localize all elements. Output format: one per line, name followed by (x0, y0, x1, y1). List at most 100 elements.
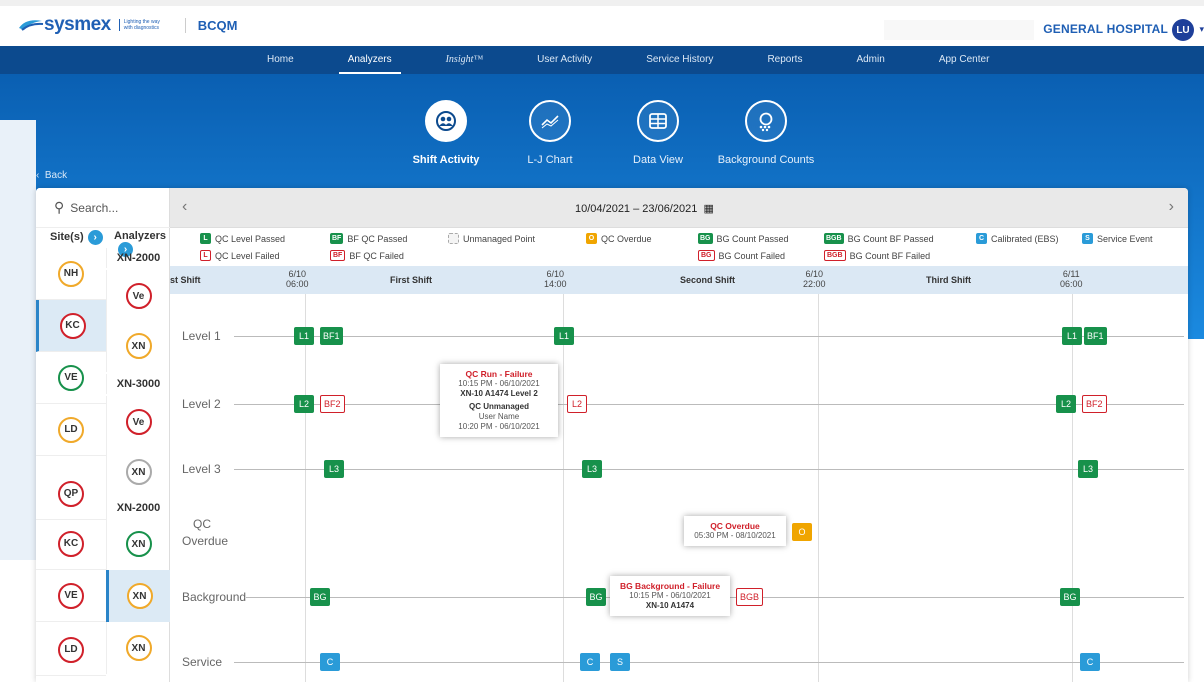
qc-point[interactable]: L1 (1062, 327, 1082, 345)
tool-shift-activity[interactable]: Shift Activity (386, 100, 506, 166)
qc-run-tooltip: QC Run - Failure 10:15 PM - 06/10/2021 X… (440, 364, 558, 437)
tooltip-line: 10:15 PM - 06/10/2021 (629, 591, 711, 600)
date-range-picker[interactable]: 10/04/2021 – 23/06/2021 ▦ (575, 202, 714, 215)
qc-point[interactable]: L3 (1078, 460, 1098, 478)
qc-point[interactable]: L2 (1056, 395, 1076, 413)
bg-failure-tooltip: BG Background - Failure 10:15 PM - 06/10… (610, 576, 730, 616)
analyzer-item[interactable]: Ve (106, 396, 170, 448)
tool-lj-chart[interactable]: L-J Chart (490, 100, 610, 166)
timeline-grid: Level 1 L1 BF1 L1 L1 BF1 Level 2 L2 BF2 … (170, 294, 1188, 682)
time-tick: 6/11 06:00 (1060, 269, 1083, 289)
analyzer-item[interactable]: XN (106, 622, 170, 674)
qc-overdue-tooltip: QC Overdue 05:30 PM - 08/10/2021 (684, 516, 786, 546)
qc-point[interactable]: L2 (294, 395, 314, 413)
nav-app-center[interactable]: App Center (912, 46, 1017, 74)
legend-label: BF QC Failed (349, 250, 404, 261)
legend-label: QC Overdue (601, 233, 652, 244)
tool-data-view[interactable]: Data View (598, 100, 718, 166)
site-item[interactable]: QP (36, 468, 106, 520)
tool-background-counts[interactable]: Background Counts (706, 100, 826, 166)
tick-date: 6/10 (805, 269, 824, 279)
qc-point[interactable]: L3 (582, 460, 602, 478)
site-item[interactable]: VE (36, 352, 106, 404)
qc-point[interactable]: L1 (294, 327, 314, 345)
site-badge: LD (58, 636, 84, 663)
left-gutter (0, 120, 36, 560)
row-label-overdue: QC Overdue (182, 517, 229, 548)
chevron-left-icon[interactable]: ‹ (182, 198, 187, 216)
nav-home[interactable]: Home (240, 46, 321, 74)
brand-tagline: Lighting the way with diagnostics (118, 19, 167, 31)
chevron-right-icon[interactable]: › (1169, 198, 1174, 216)
legend-chip: BF (330, 250, 346, 261)
legend-chip: BGB (824, 250, 846, 261)
nav-admin[interactable]: Admin (829, 46, 911, 74)
analyzer-item[interactable]: Ve (106, 270, 170, 322)
site-item[interactable]: NH (36, 248, 106, 300)
tooltip-line: 10:15 PM - 06/10/2021 (458, 379, 540, 388)
qc-point[interactable]: L1 (554, 327, 574, 345)
legend-item: Unmanaged Point (448, 233, 535, 244)
legend-label: BG Count BF Passed (847, 233, 934, 244)
analyzer-item[interactable]: XN (106, 446, 170, 498)
site-item[interactable]: LD (36, 624, 106, 676)
hospital-name[interactable]: GENERAL HOSPITAL (1043, 22, 1168, 36)
app-name: BCQM (184, 17, 237, 33)
legend-chip: S (1082, 233, 1093, 244)
date-range: 10/04/2021 – 23/06/2021 (575, 203, 698, 215)
sysmex-logo[interactable]: sysmex Lighting the way with diagnostics… (18, 14, 237, 36)
site-item[interactable]: LD (36, 404, 106, 456)
bf-point[interactable]: BF1 (320, 327, 343, 345)
bg-point[interactable]: BG (310, 588, 330, 606)
qc-point[interactable]: L3 (324, 460, 344, 478)
tooltip-line: XN-10 A1474 (645, 601, 695, 610)
analyzer-item[interactable]: XN (106, 518, 170, 570)
analyzer-item[interactable]: XN (106, 570, 170, 622)
chevron-right-icon[interactable]: › (87, 230, 103, 245)
calendar-icon[interactable]: ▦ (703, 203, 713, 215)
nav-user-activity[interactable]: User Activity (510, 46, 619, 74)
bf-point-failed[interactable]: BF2 (320, 395, 345, 413)
sites-header[interactable]: Site(s) › (50, 230, 103, 245)
legend-chip: BF (330, 233, 344, 244)
service-point[interactable]: S (610, 653, 630, 671)
legend-item: BF BF QC Passed (330, 233, 407, 244)
calibration-point[interactable]: C (320, 653, 340, 671)
bf-point-failed[interactable]: BF2 (1082, 395, 1107, 413)
row-line (234, 469, 1184, 470)
site-item[interactable]: KC (36, 518, 106, 570)
analyzer-group-label: XN-2000 (106, 498, 170, 518)
bf-point[interactable]: BF1 (1084, 327, 1107, 345)
nav-service-history[interactable]: Service History (619, 46, 740, 74)
analyzer-item[interactable]: XN (106, 320, 170, 372)
row-line (234, 336, 1184, 337)
bgb-point-failed[interactable]: BGB (736, 588, 764, 606)
calibration-point[interactable]: C (580, 653, 600, 671)
nav-reports[interactable]: Reports (740, 46, 829, 74)
site-badge: LD (58, 416, 84, 443)
tick-time: 06:00 (1060, 279, 1083, 289)
back-link[interactable]: ‹ Back (36, 170, 67, 181)
nav-insight[interactable]: Insight™ (419, 46, 511, 74)
qc-point-failed[interactable]: L2 (567, 395, 587, 413)
legend-item: L QC Level Failed (200, 250, 280, 261)
bg-point[interactable]: BG (586, 588, 606, 606)
bg-point[interactable]: BG (1060, 588, 1080, 606)
row-label-background: Background (182, 590, 247, 604)
nav-analyzers[interactable]: Analyzers (321, 46, 419, 74)
legend-label: Calibrated (EBS) (991, 233, 1059, 244)
analyzer-badge: XN (125, 459, 152, 485)
overdue-point[interactable]: O (792, 523, 812, 541)
site-item[interactable]: VE (36, 570, 106, 622)
site-item[interactable]: KC (36, 300, 106, 352)
chevron-left-icon: ‹ (36, 170, 45, 181)
search-box[interactable]: ⚲ Search... (36, 188, 170, 228)
row-label-service: Service (182, 655, 223, 669)
calibration-point[interactable]: C (1080, 653, 1100, 671)
brand-name: sysmex (44, 14, 111, 35)
shift-header-row: st Shift First Shift Second Shift Third … (170, 266, 1188, 294)
tick-date: 6/10 (546, 269, 565, 279)
chevron-down-icon[interactable]: ▾ (1199, 24, 1204, 35)
legend-item: BG BG Count Failed (698, 250, 785, 261)
user-avatar[interactable]: LU (1172, 19, 1194, 41)
